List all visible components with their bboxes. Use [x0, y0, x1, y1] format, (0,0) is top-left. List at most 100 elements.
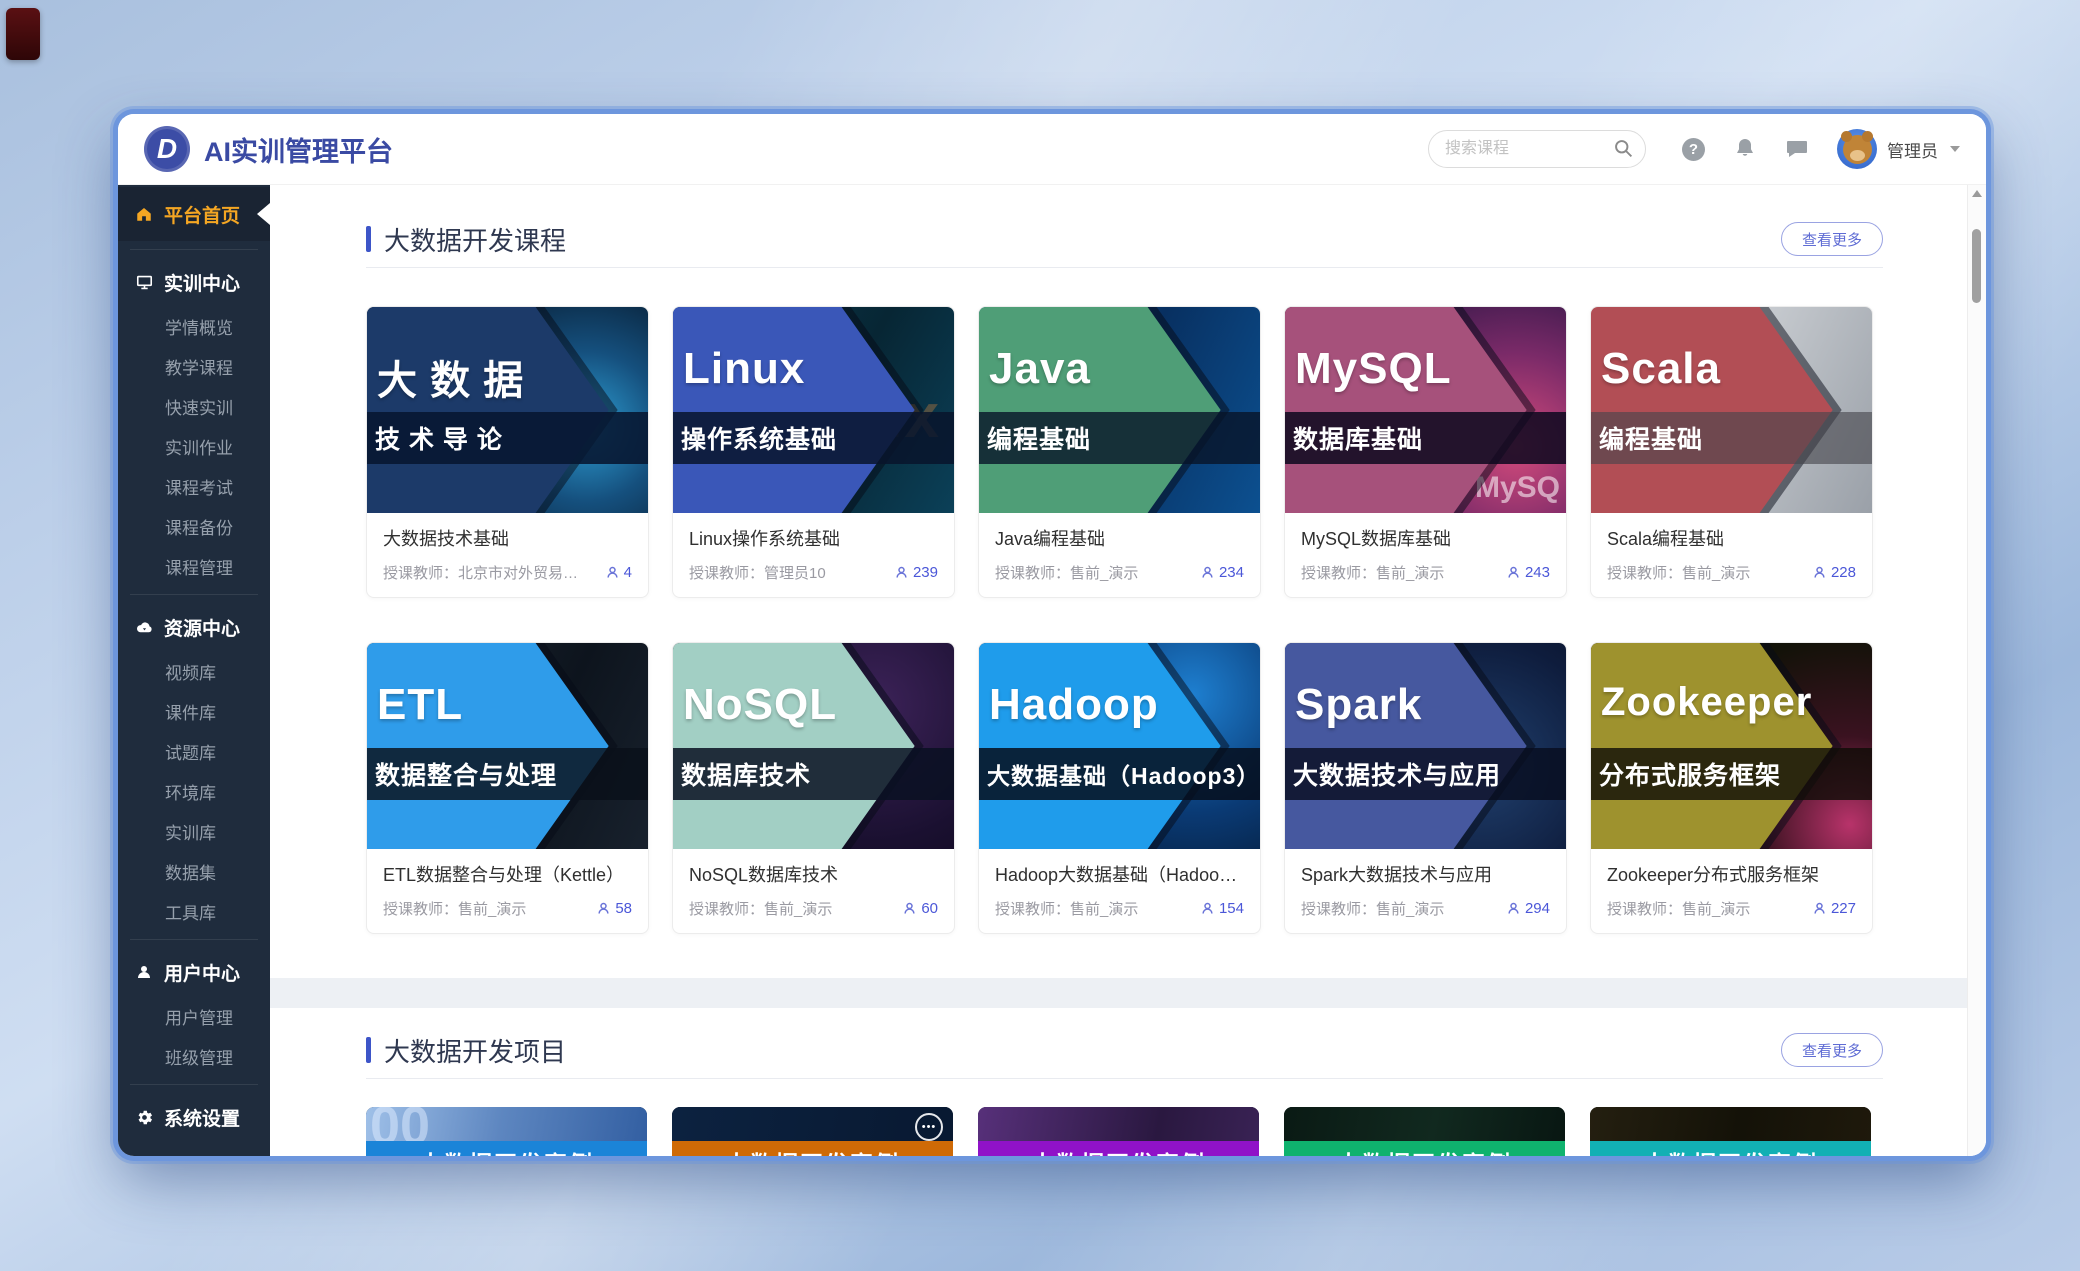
- chat-icon[interactable]: [1785, 137, 1809, 161]
- sidebar-divider: [130, 939, 258, 940]
- search-icon[interactable]: [1613, 138, 1634, 159]
- sidebar-item[interactable]: 课件库: [118, 691, 270, 731]
- sidebar-section-training[interactable]: 实训中心: [118, 258, 270, 306]
- project-card[interactable]: 大数据开发案例: [1284, 1107, 1565, 1156]
- view-more-button[interactable]: 查看更多: [1781, 1033, 1883, 1067]
- sidebar: 平台首页 实训中心 学情概览 教学课程 快速实训 实训作业 课程考试 课程备份 …: [118, 185, 270, 1156]
- course-card[interactable]: 大 数 据 技 术 导 论 大数据技术基础 授课教师：北京市对外贸易学校教...…: [366, 306, 649, 598]
- project-banner: 大数据开发案例: [1590, 1141, 1871, 1156]
- sidebar-item[interactable]: 试题库: [118, 731, 270, 771]
- course-teacher: 授课教师：售前_演示: [995, 898, 1138, 919]
- course-card[interactable]: ETL 数据整合与处理 ETL数据整合与处理（Kettle） 授课教师：售前_演…: [366, 642, 649, 934]
- student-count: 294: [1506, 900, 1550, 917]
- course-title: 大数据技术基础: [383, 525, 632, 551]
- student-count: 243: [1506, 564, 1550, 581]
- title-accent-bar: [366, 1037, 371, 1063]
- scrollbar-thumb[interactable]: [1972, 229, 1981, 303]
- section-projects: 大数据开发项目 查看更多 00 大数据开发案例: [270, 1008, 1968, 1156]
- cloud-icon: [134, 617, 154, 637]
- course-title: Spark大数据技术与应用: [1301, 861, 1550, 887]
- course-card[interactable]: Linux Linux 操作系统基础 Linux操作系统基础 授课教师：管理员1…: [672, 306, 955, 598]
- sidebar-item[interactable]: 课程备份: [118, 506, 270, 546]
- sidebar-section-resources[interactable]: 资源中心: [118, 603, 270, 651]
- student-count: 58: [596, 900, 632, 917]
- sidebar-item[interactable]: 实训库: [118, 811, 270, 851]
- sidebar-item[interactable]: 课程管理: [118, 546, 270, 586]
- sidebar-item[interactable]: 班级管理: [118, 1036, 270, 1076]
- sidebar-item[interactable]: 课程考试: [118, 466, 270, 506]
- sidebar-item[interactable]: 工具库: [118, 891, 270, 931]
- course-card[interactable]: MySQ MySQL 数据库基础 MySQL数据库基础 授课教师：售前_演示: [1284, 306, 1567, 598]
- course-teacher: 授课教师：售前_演示: [1301, 898, 1444, 919]
- sidebar-item[interactable]: 环境库: [118, 771, 270, 811]
- student-count: 239: [894, 564, 938, 581]
- student-count: 234: [1200, 564, 1244, 581]
- sidebar-home-label: 平台首页: [164, 201, 240, 228]
- course-card[interactable]: Java 编程基础 Java编程基础 授课教师：售前_演示 234: [978, 306, 1261, 598]
- course-cover-image: ETL 数据整合与处理: [367, 643, 648, 849]
- section-divider: [366, 1078, 1883, 1079]
- course-teacher: 授课教师：售前_演示: [1607, 562, 1750, 583]
- sidebar-item[interactable]: 实训作业: [118, 426, 270, 466]
- user-icon: [134, 962, 154, 982]
- course-cover-image: NoSQL 数据库技术: [673, 643, 954, 849]
- search-box: [1428, 130, 1646, 168]
- course-card[interactable]: Spark 大数据技术与应用 Spark大数据技术与应用 授课教师：售前_演示 …: [1284, 642, 1567, 934]
- course-teacher: 授课教师：管理员10: [689, 562, 826, 583]
- user-menu[interactable]: 管理员: [1837, 129, 1960, 169]
- sidebar-item[interactable]: 用户管理: [118, 996, 270, 1036]
- bell-icon[interactable]: [1733, 137, 1757, 161]
- course-card[interactable]: Hadoop 大数据基础（Hadoop3） Hadoop大数据基础（Hadoop…: [978, 642, 1261, 934]
- sidebar-item-home[interactable]: 平台首页: [118, 187, 270, 241]
- sidebar-item[interactable]: 教学课程: [118, 346, 270, 386]
- person-icon: [1812, 565, 1827, 580]
- project-card[interactable]: 00 大数据开发案例: [366, 1107, 647, 1156]
- bear-avatar: [1837, 129, 1877, 169]
- person-icon: [1506, 565, 1521, 580]
- person-icon: [605, 565, 620, 580]
- sidebar-section-settings[interactable]: 系统设置: [118, 1093, 270, 1141]
- section-gap: [270, 978, 1968, 1008]
- home-icon: [134, 204, 154, 224]
- active-indicator: [257, 203, 270, 225]
- title-accent-bar: [366, 226, 371, 252]
- sidebar-item[interactable]: 视频库: [118, 651, 270, 691]
- student-count: 227: [1812, 900, 1856, 917]
- monitor-icon: [134, 272, 154, 292]
- course-cover-image: MySQ MySQL 数据库基础: [1285, 307, 1566, 513]
- section-courses: 大数据开发课程 查看更多 大 数 据 技 术 导 论 大数据技术基础: [270, 185, 1968, 978]
- view-more-button[interactable]: 查看更多: [1781, 222, 1883, 256]
- course-card[interactable]: Zookeeper 分布式服务框架 Zookeeper分布式服务框架 授课教师：…: [1590, 642, 1873, 934]
- help-icon[interactable]: [1682, 138, 1705, 161]
- student-count: 60: [902, 900, 938, 917]
- scrollbar-up-arrow[interactable]: [1972, 190, 1982, 197]
- course-teacher: 授课教师：售前_演示: [1607, 898, 1750, 919]
- user-name: 管理员: [1887, 137, 1938, 162]
- course-cover-image: Java 编程基础: [979, 307, 1260, 513]
- project-card[interactable]: 大数据开发案例: [978, 1107, 1259, 1156]
- course-card[interactable]: Scala 编程基础 Scala编程基础 授课教师：售前_演示 228: [1590, 306, 1873, 598]
- sidebar-divider: [130, 1084, 258, 1085]
- section-title-courses: 大数据开发课程: [366, 221, 566, 258]
- project-banner: 大数据开发案例: [978, 1141, 1259, 1156]
- sidebar-item[interactable]: 学情概览: [118, 306, 270, 346]
- app-header: AI实训管理平台 管理员: [118, 114, 1986, 185]
- course-title: ETL数据整合与处理（Kettle）: [383, 861, 632, 887]
- course-cover-image: Zookeeper 分布式服务框架: [1591, 643, 1872, 849]
- desktop-corner-decoration: [6, 8, 40, 60]
- project-card[interactable]: 大数据开发案例: [672, 1107, 953, 1156]
- course-cover-image: Scala 编程基础: [1591, 307, 1872, 513]
- course-cover-image: 大 数 据 技 术 导 论: [367, 307, 648, 513]
- more-dots-icon: [915, 1113, 943, 1141]
- app-logo: [144, 126, 190, 172]
- student-count: 4: [605, 564, 632, 581]
- course-title: Zookeeper分布式服务框架: [1607, 861, 1856, 887]
- course-title: NoSQL数据库技术: [689, 861, 938, 887]
- sidebar-item[interactable]: 快速实训: [118, 386, 270, 426]
- course-teacher: 授课教师：售前_演示: [689, 898, 832, 919]
- student-count: 228: [1812, 564, 1856, 581]
- course-card[interactable]: NoSQL 数据库技术 NoSQL数据库技术 授课教师：售前_演示 60: [672, 642, 955, 934]
- sidebar-section-users[interactable]: 用户中心: [118, 948, 270, 996]
- project-card[interactable]: 大数据开发案例: [1590, 1107, 1871, 1156]
- sidebar-item[interactable]: 数据集: [118, 851, 270, 891]
